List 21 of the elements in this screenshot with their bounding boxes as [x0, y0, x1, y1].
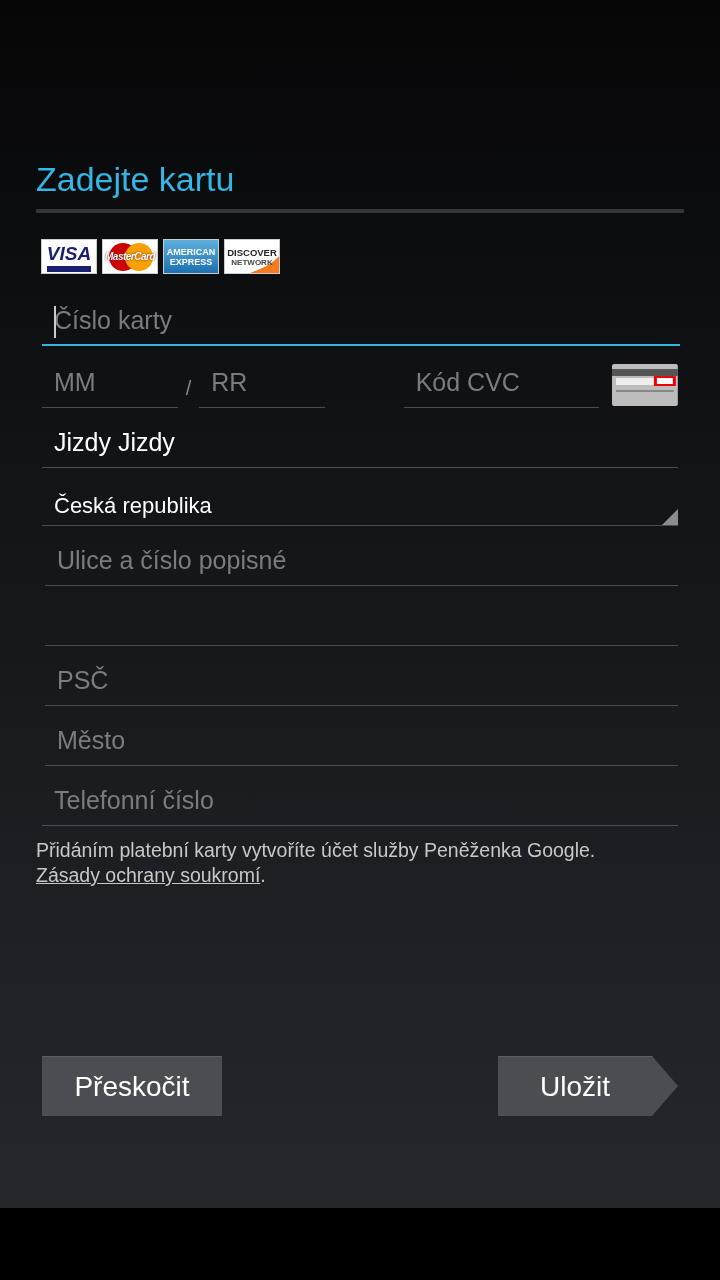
amex-logo: AMERICAN EXPRESS	[163, 239, 219, 274]
notice-text: Přidáním platební karty vytvoříte účet služby Peněženka Google. Zásady ochrany soukromí.	[36, 838, 597, 888]
country-dropdown[interactable]: Česká republika	[42, 482, 678, 526]
month-field[interactable]: MM	[42, 364, 178, 408]
year-field[interactable]: RR	[199, 364, 325, 408]
dropdown-triangle-icon	[662, 509, 678, 525]
skip-button[interactable]: Přeskočit	[42, 1056, 222, 1116]
name-field[interactable]: Jizdy Jizdy	[42, 424, 678, 468]
address-field[interactable]: Ulice a číslo popisné	[45, 542, 678, 586]
dialog-title: Zadejte kartu	[36, 160, 684, 213]
date-separator: /	[184, 377, 193, 401]
phone-field[interactable]: Telefonní číslo	[42, 782, 678, 826]
discover-logo: DISCOVER NETWORK	[224, 239, 280, 274]
card-back-icon	[612, 364, 678, 406]
address-field[interactable]: PSČ	[45, 662, 678, 706]
visa-logo: VISA	[41, 239, 97, 274]
cvc-field[interactable]: Kód CVC	[403, 364, 600, 408]
address-field[interactable]: Město	[45, 722, 678, 766]
privacy-link[interactable]: Zásady ochrany soukromí	[36, 864, 261, 886]
save-button[interactable]: Uložit	[498, 1056, 678, 1116]
card-number-field[interactable]: Číslo karty	[42, 302, 680, 346]
